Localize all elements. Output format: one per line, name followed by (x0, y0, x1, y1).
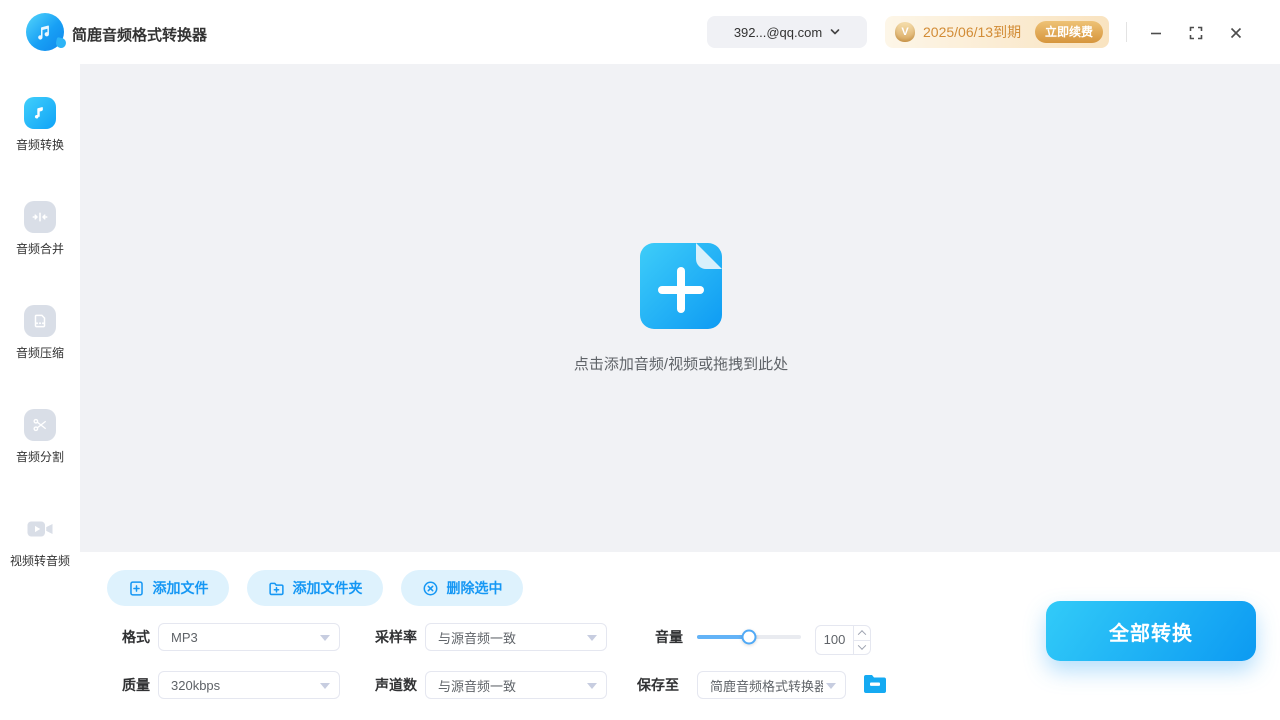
convert-all-button[interactable]: 全部转换 (1046, 601, 1256, 661)
app-window: 简鹿音频格式转换器 392...@qq.com V 2025/06/13到期 立… (0, 0, 1280, 720)
license-banner: V 2025/06/13到期 立即续费 (885, 16, 1109, 48)
close-icon (1228, 25, 1244, 41)
format-label: 格式 (122, 623, 150, 651)
vip-badge-icon: V (895, 22, 915, 42)
sidebar-item-video-to-audio[interactable]: 视频转音频 (0, 513, 80, 583)
app-logo-icon (26, 13, 64, 51)
sidebar-item-label: 音频压缩 (0, 344, 80, 361)
format-select[interactable]: MP3 (158, 623, 340, 651)
volume-spinner (853, 626, 870, 654)
minimize-button[interactable] (1143, 20, 1169, 46)
music-note-icon (24, 97, 56, 129)
sample-rate-select[interactable]: 与源音频一致 (425, 623, 607, 651)
sidebar-item-audio-split[interactable]: 音频分割 (0, 409, 80, 479)
circle-x-icon (422, 580, 439, 597)
dropdown-arrow-icon (587, 683, 597, 689)
add-file-big-icon[interactable] (640, 243, 722, 329)
sidebar-item-label: 音频合并 (0, 240, 80, 257)
bottom-panel: 添加文件 添加文件夹 删除选中 格式 MP3 采样率 与源音频一致 音量 (80, 552, 1280, 720)
sidebar: 音频转换 音频合并 音频压缩 (0, 64, 80, 720)
delete-selected-button[interactable]: 删除选中 (401, 570, 523, 606)
folder-icon (863, 674, 887, 694)
maximize-icon (1188, 25, 1204, 41)
dropdown-arrow-icon (587, 635, 597, 641)
maximize-button[interactable] (1183, 20, 1209, 46)
channels-label: 声道数 (375, 671, 417, 699)
sidebar-item-label: 视频转音频 (0, 552, 80, 569)
volume-slider[interactable] (697, 635, 801, 639)
license-expiry: 2025/06/13到期 (923, 22, 1021, 42)
volume-value: 100 (816, 626, 853, 654)
folder-plus-icon (268, 580, 285, 597)
merge-icon (24, 201, 56, 233)
compress-icon (24, 305, 56, 337)
page-fold (696, 243, 722, 269)
spinner-down-icon[interactable] (854, 640, 870, 655)
channels-select[interactable]: 与源音频一致 (425, 671, 607, 699)
account-dropdown[interactable]: 392...@qq.com (707, 16, 867, 48)
dropdown-arrow-icon (320, 635, 330, 641)
scissors-icon (24, 409, 56, 441)
sidebar-item-audio-merge[interactable]: 音频合并 (0, 201, 80, 271)
file-plus-icon (128, 580, 145, 597)
volume-label: 音量 (655, 623, 683, 651)
open-folder-button[interactable] (862, 673, 888, 697)
volume-input[interactable]: 100 (815, 625, 871, 655)
sidebar-item-label: 音频转换 (0, 136, 80, 153)
sidebar-item-audio-compress[interactable]: 音频压缩 (0, 305, 80, 375)
account-email: 392...@qq.com (734, 25, 822, 40)
dropzone[interactable]: 点击添加音频/视频或拖拽到此处 (80, 64, 1280, 552)
save-to-select[interactable]: 简鹿音频格式转换器 (697, 671, 846, 699)
quality-label: 质量 (122, 671, 150, 699)
app-title: 简鹿音频格式转换器 (72, 24, 207, 45)
quality-select[interactable]: 320kbps (158, 671, 340, 699)
title-bar: 简鹿音频格式转换器 392...@qq.com V 2025/06/13到期 立… (0, 0, 1280, 64)
renew-button[interactable]: 立即续费 (1035, 21, 1103, 43)
sidebar-item-label: 音频分割 (0, 448, 80, 465)
add-file-button[interactable]: 添加文件 (107, 570, 229, 606)
dropzone-hint: 点击添加音频/视频或拖拽到此处 (440, 353, 922, 374)
minimize-icon (1148, 25, 1164, 41)
add-folder-button[interactable]: 添加文件夹 (247, 570, 383, 606)
dropdown-arrow-icon (320, 683, 330, 689)
spinner-up-icon[interactable] (854, 626, 870, 640)
file-list-area: 点击添加音频/视频或拖拽到此处 (80, 64, 1280, 552)
sample-rate-label: 采样率 (375, 623, 417, 651)
chevron-down-icon (830, 27, 840, 37)
window-controls-divider (1126, 22, 1127, 42)
close-button[interactable] (1223, 20, 1249, 46)
dropdown-arrow-icon (826, 683, 836, 689)
slider-handle[interactable] (742, 630, 757, 645)
sidebar-item-audio-convert[interactable]: 音频转换 (0, 97, 80, 167)
save-to-label: 保存至 (637, 671, 679, 699)
video-icon (24, 513, 56, 545)
